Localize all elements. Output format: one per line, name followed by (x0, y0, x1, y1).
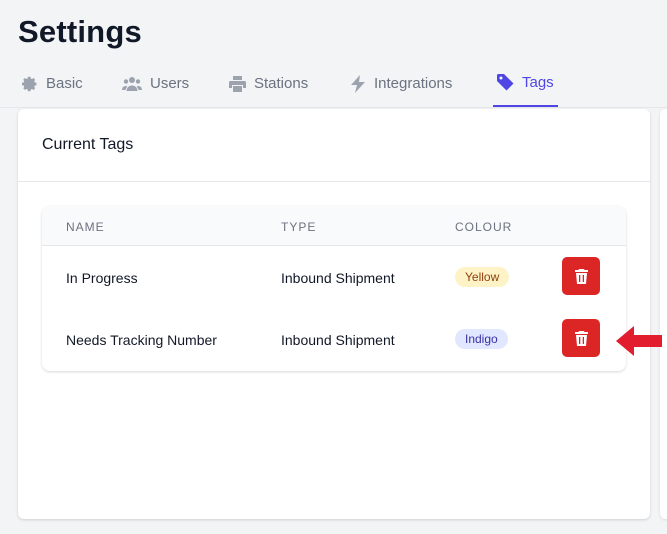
colour-badge: Yellow (455, 267, 510, 287)
tab-label: Users (150, 75, 190, 92)
tag-type: Inbound Shipment (281, 332, 395, 348)
tab-label: Tags (522, 74, 554, 91)
delete-tag-button[interactable] (562, 319, 600, 357)
printer-icon (229, 75, 246, 92)
gear-icon (22, 76, 37, 91)
card-title: Current Tags (18, 109, 650, 182)
bolt-icon (351, 74, 365, 93)
annotation-arrow-icon (616, 326, 662, 356)
table-row: In Progress Inbound Shipment Yellow (42, 246, 626, 308)
column-header-name: NAME (66, 220, 105, 234)
adjacent-panel (660, 109, 667, 519)
column-header-colour: COLOUR (455, 220, 513, 234)
tab-tags[interactable]: Tags (493, 60, 558, 107)
tab-label: Integrations (374, 75, 453, 92)
tag-name: Needs Tracking Number (66, 332, 217, 348)
tab-users[interactable]: Users (122, 60, 189, 107)
tab-integrations[interactable]: Integrations (350, 60, 452, 107)
tag-type: Inbound Shipment (281, 270, 395, 286)
tab-stations[interactable]: Stations (229, 60, 308, 107)
table-row: Needs Tracking Number Inbound Shipment I… (42, 308, 626, 370)
settings-tabs: Basic Users Stations Integrations Tags (0, 60, 667, 108)
delete-tag-button[interactable] (562, 257, 600, 295)
table-header: NAME TYPE COLOUR (42, 206, 626, 246)
tab-label: Basic (46, 75, 83, 92)
tag-icon (497, 74, 514, 91)
column-header-type: TYPE (281, 220, 317, 234)
tags-table: NAME TYPE COLOUR In Progress Inbound Shi… (42, 206, 626, 371)
tab-basic[interactable]: Basic (22, 60, 83, 107)
trash-icon (574, 330, 588, 346)
trash-icon (574, 268, 588, 284)
users-icon (122, 76, 142, 91)
tags-card: Current Tags NAME TYPE COLOUR In Progres… (18, 109, 650, 519)
page-title: Settings (18, 14, 142, 49)
tab-label: Stations (254, 75, 309, 92)
tag-name: In Progress (66, 270, 138, 286)
colour-badge: Indigo (455, 329, 508, 349)
